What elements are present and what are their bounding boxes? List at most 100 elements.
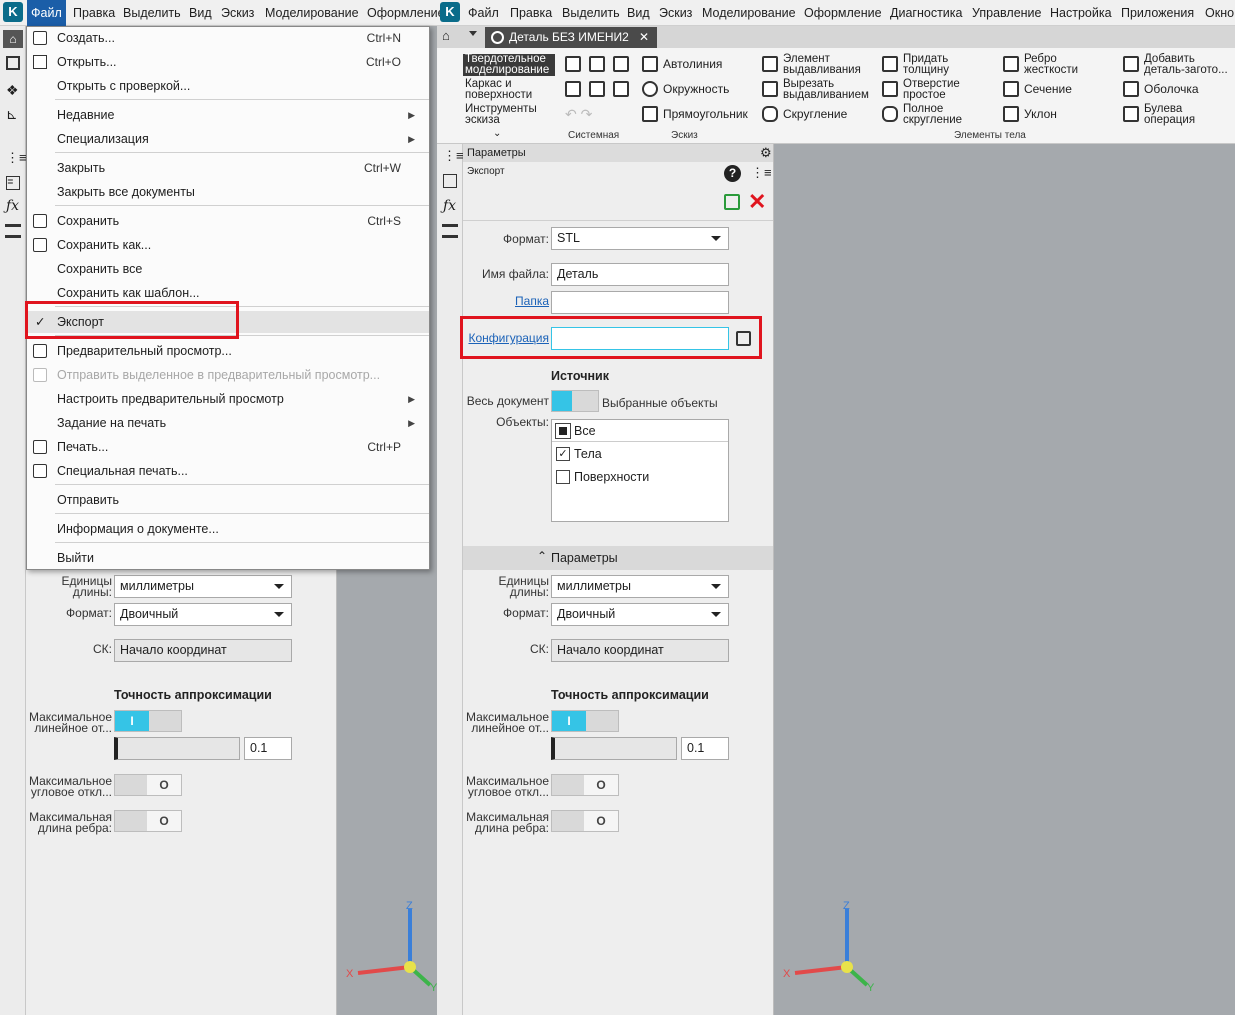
menu-item-send[interactable]: Отправить [27, 489, 429, 511]
tab-close-icon[interactable]: ✕ [639, 27, 649, 48]
menu-item-doc-info[interactable]: Информация о документе... [27, 518, 429, 540]
hole-button[interactable]: Отверстие простое [903, 78, 983, 101]
full-fillet-icon[interactable] [882, 106, 898, 122]
tab-document[interactable]: Деталь БЕЗ ИМЕНИ2 ✕ [485, 27, 657, 48]
circle-icon[interactable] [642, 81, 658, 97]
source-toggle[interactable] [551, 390, 599, 412]
layers-icon[interactable] [442, 224, 458, 238]
filename-field[interactable]: Деталь [551, 263, 729, 286]
menu2-edit[interactable]: Правка [506, 0, 556, 26]
draft-button[interactable]: Уклон [1024, 107, 1057, 121]
menu-drafting[interactable]: Оформление [363, 0, 449, 26]
mode-solid[interactable]: Твердотельное моделирование [463, 53, 555, 76]
section-button[interactable]: Сечение [1024, 82, 1072, 96]
checkbox-unchecked[interactable] [556, 470, 570, 484]
rib-icon[interactable] [1003, 56, 1019, 72]
menu-item-recent[interactable]: Недавние ▶ [27, 104, 429, 126]
autoline-button[interactable]: Автолиния [663, 57, 722, 71]
folder-link[interactable]: Папка [465, 295, 549, 307]
menu-file[interactable]: Файл [27, 0, 66, 26]
menu2-file[interactable]: Файл [464, 0, 503, 26]
max-angle-toggle[interactable]: O [551, 774, 619, 796]
list-item[interactable]: ✓ Тела [552, 443, 602, 465]
menu2-diagnostics[interactable]: Диагностика [886, 0, 966, 26]
menu-item-print-job[interactable]: Задание на печать ▶ [27, 412, 429, 434]
max-linear-toggle[interactable]: I [551, 710, 619, 732]
extrude-button[interactable]: Элемент выдавливания [783, 53, 873, 76]
undo-icon[interactable]: ↶ ↷ [565, 106, 592, 123]
menu-item-setup-preview[interactable]: Настроить предварительный просмотр ▶ [27, 388, 429, 410]
max-edge-toggle[interactable]: O [551, 810, 619, 832]
menu-item-save-all[interactable]: Сохранить все [27, 258, 429, 280]
units-select[interactable]: миллиметры [551, 575, 729, 598]
cancel-icon[interactable]: ✕ [748, 189, 766, 215]
home-icon[interactable]: ⌂ [442, 28, 450, 43]
menu-sketch[interactable]: Эскиз [217, 0, 258, 26]
menu2-sketch[interactable]: Эскиз [655, 0, 696, 26]
solid-icon[interactable] [6, 56, 20, 70]
max-linear-value[interactable]: 0.1 [244, 737, 292, 760]
menu-item-save-as[interactable]: Сохранить как... [27, 234, 429, 256]
menu-edit[interactable]: Правка [69, 0, 119, 26]
app-logo-icon[interactable]: K [3, 2, 23, 22]
menu-item-close[interactable]: Закрыть Ctrl+W [27, 157, 429, 179]
properties-doc-icon[interactable] [613, 81, 629, 97]
params-section-header[interactable] [463, 546, 773, 570]
full-fillet-button[interactable]: Полное скругление [903, 103, 983, 126]
menu2-view[interactable]: Вид [623, 0, 654, 26]
units-select[interactable]: миллиметры [114, 575, 292, 598]
help-icon[interactable]: ? [724, 165, 741, 182]
checkbox-partial[interactable] [555, 423, 571, 439]
menu2-manage[interactable]: Управление [968, 0, 1046, 26]
checkbox-checked[interactable]: ✓ [556, 447, 570, 461]
max-angle-toggle[interactable]: O [114, 774, 182, 796]
menu-item-save[interactable]: Сохранить Ctrl+S [27, 210, 429, 232]
preview-icon[interactable] [589, 81, 605, 97]
menu-item-close-all[interactable]: Закрыть все документы [27, 181, 429, 203]
thicken-icon[interactable] [882, 56, 898, 72]
add-blank-icon[interactable] [1123, 56, 1139, 72]
menu-item-special-print[interactable]: Специальная печать... [27, 460, 429, 482]
gear-icon[interactable]: ⚙ [760, 145, 772, 161]
boolean-icon[interactable] [1123, 106, 1139, 122]
max-linear-slider[interactable] [114, 737, 240, 760]
expand-icon[interactable]: ⌄ [493, 128, 501, 139]
format-select[interactable]: STL [551, 227, 729, 250]
menu2-drafting[interactable]: Оформление [800, 0, 886, 26]
menu2-window[interactable]: Окно [1201, 0, 1235, 26]
max-edge-toggle[interactable]: O [114, 810, 182, 832]
rib-button[interactable]: Ребро жесткости [1024, 53, 1104, 76]
menu-item-print[interactable]: Печать... Ctrl+P [27, 436, 429, 458]
properties-icon[interactable]: ≣ [6, 176, 20, 190]
sketch-tool-icon[interactable]: ⊾ [6, 106, 18, 123]
menu-view[interactable]: Вид [185, 0, 216, 26]
tab-dropdown-icon[interactable] [469, 31, 477, 36]
mode-sketch-tools[interactable]: Инструменты эскиза [463, 103, 555, 126]
hole-icon[interactable] [882, 81, 898, 97]
variables-icon[interactable]: ƒx [443, 198, 456, 214]
save-icon[interactable] [613, 56, 629, 72]
tree-icon[interactable]: ⋮≡ [6, 150, 27, 166]
extrude-icon[interactable] [762, 56, 778, 72]
mode-surfaces[interactable]: Каркас и поверхности [463, 78, 555, 101]
autoline-icon[interactable] [642, 56, 658, 72]
menu2-select[interactable]: Выделить [558, 0, 624, 26]
shell-icon[interactable] [1123, 81, 1139, 97]
tree-icon[interactable]: ⋮≡ [443, 148, 464, 164]
list-item[interactable]: Все [552, 420, 728, 442]
menu-item-create[interactable]: Создать... Ctrl+N [27, 27, 429, 49]
app-logo-icon-2[interactable]: K [440, 2, 460, 22]
format2-select[interactable]: Двоичный [551, 603, 729, 626]
menu-item-specialization[interactable]: Специализация ▶ [27, 128, 429, 150]
format2-select[interactable]: Двоичный [114, 603, 292, 626]
menu2-apps[interactable]: Приложения [1117, 0, 1198, 26]
layers-icon[interactable] [5, 224, 21, 238]
add-blank-button[interactable]: Добавить деталь-загото... [1144, 53, 1234, 76]
chevron-up-icon[interactable]: ⌃ [537, 549, 547, 563]
cut-extrude-icon[interactable] [762, 81, 778, 97]
circle-button[interactable]: Окружность [663, 82, 729, 96]
home-icon[interactable]: ⌂ [3, 30, 23, 48]
menu2-settings[interactable]: Настройка [1046, 0, 1116, 26]
fillet-icon[interactable] [762, 106, 778, 122]
menu-select[interactable]: Выделить [119, 0, 185, 26]
